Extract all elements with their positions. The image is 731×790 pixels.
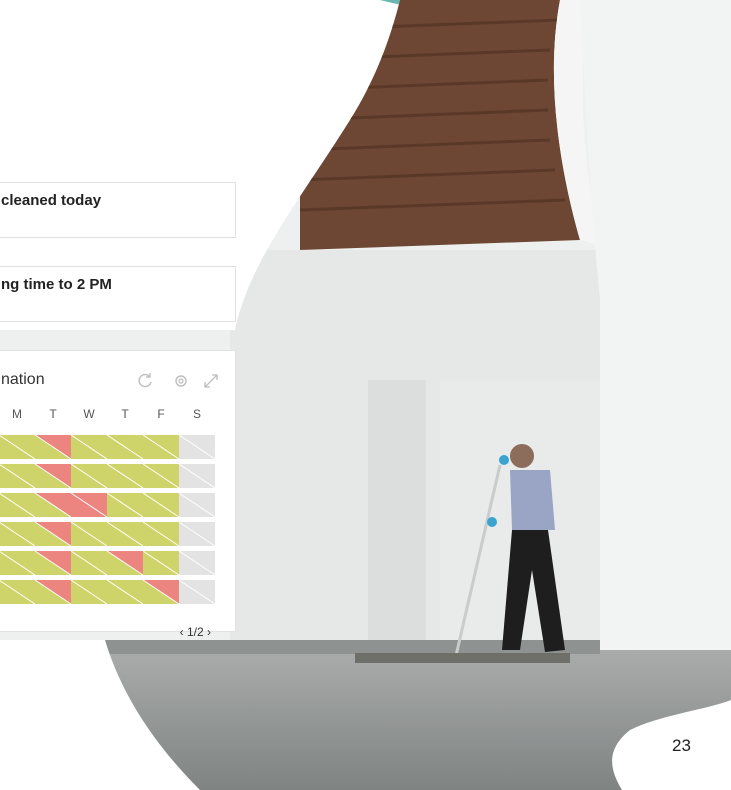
calendar-cell[interactable] bbox=[70, 521, 108, 547]
pagination: ‹ 1/2 › bbox=[180, 625, 211, 639]
calendar-cell[interactable] bbox=[142, 550, 180, 576]
calendar-cell[interactable] bbox=[34, 521, 72, 547]
calendar-cell[interactable] bbox=[34, 492, 72, 518]
expand-icon[interactable] bbox=[201, 371, 221, 391]
widget-title: nation bbox=[1, 371, 45, 388]
calendar-cell[interactable] bbox=[142, 435, 180, 460]
calendar-cell[interactable] bbox=[70, 435, 108, 460]
calendar-cell[interactable] bbox=[178, 492, 216, 518]
calendar-cell[interactable] bbox=[106, 521, 144, 547]
calendar-cell[interactable] bbox=[0, 551, 36, 576]
settings-icon[interactable] bbox=[171, 371, 191, 391]
calendar-cell[interactable] bbox=[0, 493, 36, 518]
calendar-cell[interactable] bbox=[34, 579, 72, 605]
calendar-cell[interactable] bbox=[106, 435, 144, 460]
calendar-cell[interactable] bbox=[70, 550, 108, 576]
calendar-cell[interactable] bbox=[0, 522, 36, 547]
prev-page-button[interactable]: ‹ bbox=[180, 625, 184, 639]
calendar-cell[interactable] bbox=[106, 579, 144, 605]
next-page-button[interactable]: › bbox=[207, 625, 211, 639]
calendar-cell[interactable] bbox=[106, 550, 144, 576]
calendar-cell[interactable] bbox=[142, 463, 180, 489]
calendar-cell[interactable] bbox=[0, 580, 36, 605]
calendar-cell[interactable] bbox=[0, 464, 36, 489]
calendar-widget: nation M T W T F S ‹ 1/2 › bbox=[0, 350, 237, 639]
calendar-cell[interactable] bbox=[178, 463, 216, 489]
calendar-cell[interactable] bbox=[178, 435, 216, 460]
calendar-cell[interactable] bbox=[142, 492, 180, 518]
calendar-cell[interactable] bbox=[106, 492, 144, 518]
calendar-cell[interactable] bbox=[0, 435, 36, 460]
page-number: 23 bbox=[672, 736, 691, 755]
calendar-cell[interactable] bbox=[142, 579, 180, 605]
refresh-icon[interactable] bbox=[135, 371, 155, 391]
calendar-cell[interactable] bbox=[178, 521, 216, 547]
calendar-cell[interactable] bbox=[70, 463, 108, 489]
calendar-cell[interactable] bbox=[34, 463, 72, 489]
notification-text: cleaned today bbox=[1, 192, 102, 209]
calendar-cell[interactable] bbox=[142, 521, 180, 547]
notification-text: ng time to 2 PM bbox=[1, 276, 112, 293]
calendar-cell[interactable] bbox=[34, 435, 72, 460]
notification-card-cleaned[interactable]: cleaned today bbox=[0, 182, 236, 238]
weekday-label: W bbox=[83, 407, 95, 421]
weekday-label: T bbox=[121, 407, 129, 421]
page-indicator: 1/2 bbox=[186, 625, 204, 639]
calendar-cell[interactable] bbox=[178, 579, 216, 605]
weekday-label: F bbox=[157, 407, 165, 421]
calendar-cell[interactable] bbox=[70, 579, 108, 605]
weekday-label: M bbox=[12, 407, 22, 421]
weekday-label: T bbox=[49, 407, 57, 421]
calendar-cell[interactable] bbox=[70, 492, 108, 518]
weekday-label: S bbox=[192, 407, 201, 421]
calendar-cell[interactable] bbox=[178, 550, 216, 576]
weekday-header: M T W T F S bbox=[0, 407, 237, 423]
notification-card-time[interactable]: ng time to 2 PM bbox=[0, 266, 236, 322]
calendar-grid bbox=[0, 435, 216, 605]
calendar-cell[interactable] bbox=[34, 550, 72, 576]
calendar-cell[interactable] bbox=[106, 463, 144, 489]
